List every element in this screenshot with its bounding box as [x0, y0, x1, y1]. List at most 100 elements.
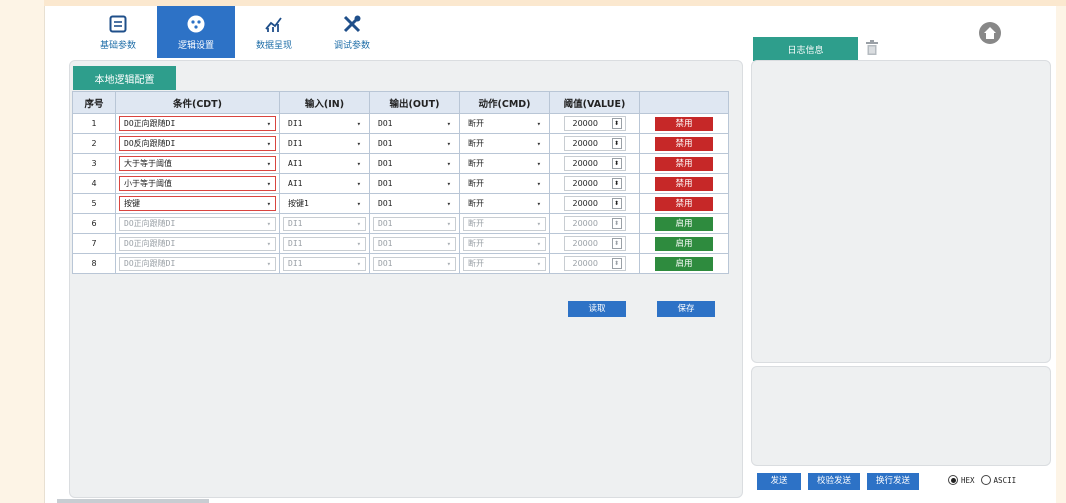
- read-button[interactable]: 读取: [568, 301, 626, 317]
- command-select[interactable]: 断开 ▾: [463, 236, 546, 251]
- tab-local-logic-config[interactable]: 本地逻辑配置: [73, 66, 176, 90]
- dropdown-arrow-icon: ▾: [536, 179, 541, 188]
- condition-select[interactable]: 按键 ▾: [119, 196, 276, 211]
- command-value: 断开: [468, 259, 484, 268]
- output-select[interactable]: DO1 ▾: [373, 117, 456, 131]
- toggle-button[interactable]: 禁用: [655, 116, 713, 131]
- header-value: 阈值(VALUE): [549, 91, 640, 114]
- condition-select[interactable]: DO正向跟随DI ▾: [119, 116, 276, 131]
- input-cell: AI1 ▾: [279, 153, 370, 174]
- toggle-button[interactable]: 禁用: [655, 196, 713, 211]
- input-value: AI1: [288, 179, 303, 188]
- value-spinbox[interactable]: 20000 ⬍: [563, 156, 626, 171]
- command-select[interactable]: 断开 ▾: [463, 216, 546, 231]
- condition-select[interactable]: DO正向跟随DI ▾: [119, 216, 276, 231]
- input-select[interactable]: DI1 ▾: [283, 256, 366, 271]
- output-value: DO1: [378, 159, 393, 168]
- hex-radio[interactable]: [948, 475, 958, 485]
- spin-arrows-icon[interactable]: ⬍: [611, 138, 622, 149]
- value-spinbox[interactable]: 20000 ⬍: [563, 116, 626, 131]
- value-spinbox[interactable]: 20000 ⬍: [563, 136, 626, 151]
- toggle-button[interactable]: 启用: [655, 256, 713, 271]
- output-cell: DO1 ▾: [369, 213, 460, 234]
- condition-value: DO正向跟随DI: [124, 219, 176, 228]
- spin-arrows-icon[interactable]: ⬍: [611, 118, 622, 129]
- input-select[interactable]: DI1 ▾: [283, 137, 366, 151]
- log-input-area[interactable]: [751, 366, 1051, 466]
- command-select[interactable]: 断开 ▾: [463, 256, 546, 271]
- trash-icon[interactable]: [865, 40, 879, 56]
- value-spinbox[interactable]: 20000 ⬍: [563, 256, 626, 271]
- brain-icon: [185, 13, 207, 35]
- input-select[interactable]: 按键1 ▾: [283, 197, 366, 211]
- input-select[interactable]: DI1 ▾: [283, 117, 366, 131]
- dropdown-arrow-icon: ▾: [536, 119, 541, 128]
- input-select[interactable]: AI1 ▾: [283, 177, 366, 191]
- output-select[interactable]: DO1 ▾: [373, 216, 456, 231]
- command-select[interactable]: 断开 ▾: [463, 157, 546, 171]
- table-header-row: 序号 条件(CDT) 输入(IN) 输出(OUT) 动作(CMD) 阈值(VAL…: [72, 91, 729, 114]
- condition-select[interactable]: 小于等于阈值 ▾: [119, 176, 276, 191]
- radio-selected-dot: [950, 477, 956, 483]
- ascii-radio[interactable]: [980, 475, 991, 485]
- dropdown-arrow-icon: ▾: [356, 199, 361, 208]
- command-cell: 断开 ▾: [459, 233, 550, 254]
- send-button[interactable]: 发送: [757, 473, 801, 490]
- verify-send-button[interactable]: 校验发送: [808, 473, 860, 490]
- spin-arrows-icon[interactable]: ⬍: [611, 198, 622, 209]
- condition-select[interactable]: DO反向跟随DI ▾: [119, 136, 276, 151]
- command-select[interactable]: 断开 ▾: [463, 137, 546, 151]
- spin-arrows-icon[interactable]: ⬍: [611, 178, 622, 189]
- toggle-button[interactable]: 禁用: [655, 156, 713, 171]
- toggle-button[interactable]: 启用: [655, 236, 713, 251]
- spin-arrows-icon[interactable]: ⬍: [611, 218, 622, 229]
- nav-item-data-display[interactable]: 数据呈现: [235, 6, 313, 58]
- nav-item-basic-params[interactable]: 基础参数: [79, 6, 157, 58]
- log-output-area[interactable]: [751, 60, 1051, 363]
- output-select[interactable]: DO1 ▾: [373, 157, 456, 171]
- toggle-button[interactable]: 禁用: [655, 176, 713, 191]
- dropdown-arrow-icon: ▾: [446, 199, 451, 208]
- condition-select[interactable]: DO正向跟随DI ▾: [119, 236, 276, 251]
- spin-arrows-icon[interactable]: ⬍: [611, 258, 622, 269]
- command-select[interactable]: 断开 ▾: [463, 177, 546, 191]
- action-cell: 禁用: [639, 193, 729, 214]
- input-select[interactable]: DI1 ▾: [283, 216, 366, 231]
- nav-item-debug-params[interactable]: 调试参数: [313, 6, 391, 58]
- table-row: 1 DO正向跟随DI ▾ DI1 ▾ DO1 ▾ 断开 ▾ 20000 ⬍ 禁用: [72, 113, 729, 134]
- value-cell: 20000 ⬍: [549, 173, 640, 194]
- value-spinbox[interactable]: 20000 ⬍: [563, 196, 626, 211]
- output-select[interactable]: DO1 ▾: [373, 177, 456, 191]
- output-select[interactable]: DO1 ▾: [373, 137, 456, 151]
- value-spinbox[interactable]: 20000 ⬍: [563, 236, 626, 251]
- output-select[interactable]: DO1 ▾: [373, 236, 456, 251]
- save-button[interactable]: 保存: [657, 301, 715, 317]
- condition-cell: 大于等于阈值 ▾: [115, 153, 280, 174]
- input-value: AI1: [288, 159, 303, 168]
- newline-send-button[interactable]: 换行发送: [867, 473, 919, 490]
- toggle-button[interactable]: 启用: [655, 216, 713, 231]
- condition-select[interactable]: 大于等于阈值 ▾: [119, 156, 276, 171]
- value-cell: 20000 ⬍: [549, 153, 640, 174]
- condition-cell: 小于等于阈值 ▾: [115, 173, 280, 194]
- condition-select[interactable]: DO正向跟随DI ▾: [119, 256, 276, 271]
- input-select[interactable]: AI1 ▾: [283, 157, 366, 171]
- output-value: DO1: [378, 199, 393, 208]
- output-select[interactable]: DO1 ▾: [373, 256, 456, 271]
- header-condition: 条件(CDT): [115, 91, 280, 114]
- nav-item-logic-settings[interactable]: 逻辑设置: [157, 6, 235, 58]
- spin-arrows-icon[interactable]: ⬍: [611, 238, 622, 249]
- spin-arrows-icon[interactable]: ⬍: [611, 158, 622, 169]
- home-icon[interactable]: [979, 22, 1001, 44]
- value-spinbox[interactable]: 20000 ⬍: [563, 176, 626, 191]
- command-select[interactable]: 断开 ▾: [463, 117, 546, 131]
- output-value: DO1: [378, 219, 393, 228]
- action-cell: 启用: [639, 213, 729, 234]
- command-select[interactable]: 断开 ▾: [463, 197, 546, 211]
- toggle-button[interactable]: 禁用: [655, 136, 713, 151]
- output-select[interactable]: DO1 ▾: [373, 197, 456, 211]
- tab-log-info[interactable]: 日志信息: [753, 37, 858, 61]
- value-spinbox[interactable]: 20000 ⬍: [563, 216, 626, 231]
- dropdown-arrow-icon: ▾: [536, 259, 541, 268]
- input-select[interactable]: DI1 ▾: [283, 236, 366, 251]
